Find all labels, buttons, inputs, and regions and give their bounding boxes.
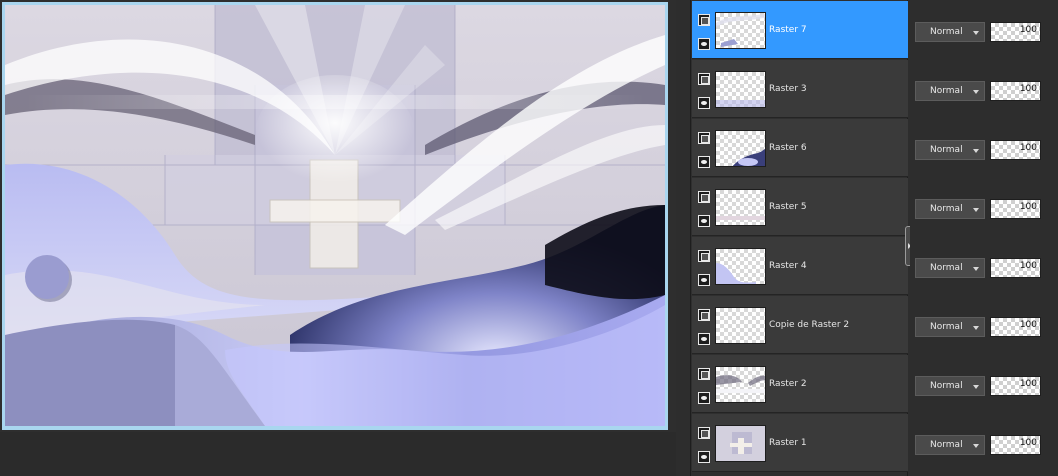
blend-mode-label: Normal	[930, 204, 963, 214]
opacity-field[interactable]: 100	[990, 435, 1041, 455]
opacity-value: 100	[1019, 438, 1037, 448]
layer-row-raster-5[interactable]: Raster 5	[692, 178, 908, 236]
layer-properties-row: Normal 100	[910, 1, 1058, 59]
blend-mode-label: Normal	[930, 263, 963, 273]
lock-icon[interactable]	[698, 132, 710, 144]
chevron-down-icon	[973, 267, 979, 271]
layer-row-raster-3[interactable]: Raster 3	[692, 60, 908, 118]
opacity-value: 100	[1019, 320, 1037, 330]
layer-properties-panel: Normal 100 Normal 100 Normal 100 Normal …	[910, 0, 1058, 476]
opacity-field[interactable]: 100	[990, 22, 1041, 42]
blend-mode-label: Normal	[930, 86, 963, 96]
eye-icon[interactable]	[698, 333, 710, 345]
opacity-value: 100	[1019, 84, 1037, 94]
layer-name: Raster 2	[769, 379, 807, 389]
eye-icon[interactable]	[698, 451, 710, 463]
lock-icon[interactable]	[698, 309, 710, 321]
layer-row-raster-7[interactable]: Raster 7	[692, 1, 908, 59]
layer-properties-row: Normal 100	[910, 178, 1058, 236]
layer-name: Raster 4	[769, 261, 807, 271]
layer-name: Copie de Raster 2	[769, 320, 850, 330]
layer-name: Raster 7	[769, 25, 807, 35]
opacity-value: 100	[1019, 379, 1037, 389]
lock-icon[interactable]	[698, 250, 710, 262]
lock-icon[interactable]	[698, 427, 710, 439]
chevron-down-icon	[973, 208, 979, 212]
layer-thumbnail	[715, 425, 766, 462]
blend-mode-label: Normal	[930, 381, 963, 391]
eye-icon[interactable]	[698, 156, 710, 168]
opacity-value: 100	[1019, 143, 1037, 153]
layer-properties-row: Normal 100	[910, 355, 1058, 413]
blend-mode-dropdown[interactable]: Normal	[915, 199, 985, 219]
eye-icon[interactable]	[698, 392, 710, 404]
blend-mode-dropdown[interactable]: Normal	[915, 140, 985, 160]
eye-icon[interactable]	[698, 274, 710, 286]
blend-mode-dropdown[interactable]: Normal	[915, 376, 985, 396]
layer-row-raster-1[interactable]: Raster 1	[692, 414, 908, 472]
blend-mode-label: Normal	[930, 440, 963, 450]
chevron-down-icon	[973, 90, 979, 94]
opacity-field[interactable]: 100	[990, 140, 1041, 160]
blend-mode-dropdown[interactable]: Normal	[915, 317, 985, 337]
eye-icon[interactable]	[698, 38, 710, 50]
layer-thumbnail	[715, 71, 766, 108]
opacity-value: 100	[1019, 202, 1037, 212]
blend-mode-dropdown[interactable]: Normal	[915, 258, 985, 278]
chevron-down-icon	[973, 149, 979, 153]
opacity-field[interactable]: 100	[990, 81, 1041, 101]
opacity-field[interactable]: 100	[990, 317, 1041, 337]
layer-row-copie-de-raster-2[interactable]: Copie de Raster 2	[692, 296, 908, 354]
layer-thumbnail	[715, 307, 766, 344]
blend-mode-label: Normal	[930, 27, 963, 37]
opacity-value: 100	[1019, 261, 1037, 271]
chevron-down-icon	[973, 31, 979, 35]
app-window: Raster 7 Raster 3 Raster 6 Raster 5 Rast…	[0, 0, 1058, 476]
blend-mode-dropdown[interactable]: Normal	[915, 81, 985, 101]
chevron-down-icon	[973, 444, 979, 448]
layer-properties-row: Normal 100	[910, 414, 1058, 472]
lock-icon[interactable]	[698, 191, 710, 203]
layer-properties-row: Normal 100	[910, 119, 1058, 177]
canvas-frame	[2, 2, 668, 430]
layer-row-raster-6[interactable]: Raster 6	[692, 119, 908, 177]
chevron-down-icon	[973, 326, 979, 330]
blend-mode-dropdown[interactable]: Normal	[915, 22, 985, 42]
layer-name: Raster 5	[769, 202, 807, 212]
layer-row-raster-2[interactable]: Raster 2	[692, 355, 908, 413]
blend-mode-label: Normal	[930, 322, 963, 332]
canvas-status-area	[0, 432, 676, 476]
layer-properties-row: Normal 100	[910, 60, 1058, 118]
lock-icon[interactable]	[698, 73, 710, 85]
layer-name: Raster 6	[769, 143, 807, 153]
opacity-field[interactable]: 100	[990, 258, 1041, 278]
chevron-down-icon	[973, 385, 979, 389]
layer-name: Raster 1	[769, 438, 807, 448]
layer-thumbnail	[715, 248, 766, 285]
lock-icon[interactable]	[698, 368, 710, 380]
eye-icon[interactable]	[698, 97, 710, 109]
opacity-field[interactable]: 100	[990, 199, 1041, 219]
blend-mode-label: Normal	[930, 145, 963, 155]
canvas-area	[0, 0, 676, 476]
blend-mode-dropdown[interactable]: Normal	[915, 435, 985, 455]
layer-thumbnail	[715, 130, 766, 167]
eye-icon[interactable]	[698, 215, 710, 227]
layer-row-raster-4[interactable]: Raster 4	[692, 237, 908, 295]
layer-thumbnail	[715, 12, 766, 49]
layer-thumbnail	[715, 366, 766, 403]
opacity-field[interactable]: 100	[990, 376, 1041, 396]
opacity-value: 100	[1019, 25, 1037, 35]
layer-properties-row: Normal 100	[910, 237, 1058, 295]
canvas-image[interactable]	[5, 5, 665, 426]
layer-properties-row: Normal 100	[910, 296, 1058, 354]
lock-icon[interactable]	[698, 14, 710, 26]
layer-thumbnail	[715, 189, 766, 226]
layers-panel: Raster 7 Raster 3 Raster 6 Raster 5 Rast…	[690, 0, 908, 476]
layer-name: Raster 3	[769, 84, 807, 94]
